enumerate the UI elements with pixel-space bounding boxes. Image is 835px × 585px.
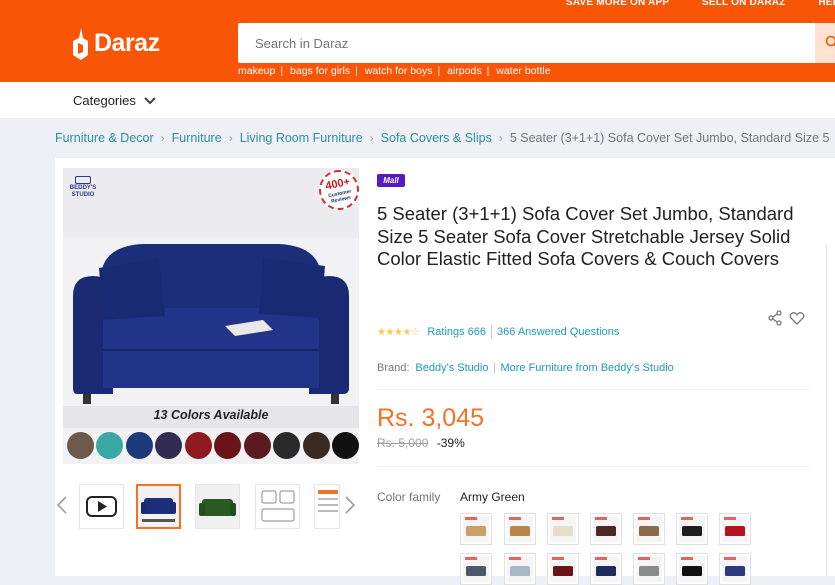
help-link[interactable]: HELP bbox=[818, 0, 835, 8]
product-title: 5 Seater (3+1+1) Sofa Cover Set Jumbo, S… bbox=[377, 203, 807, 271]
thumbnail-image[interactable] bbox=[136, 484, 181, 529]
original-price: Rs. 5,000 bbox=[377, 436, 428, 450]
search-button[interactable] bbox=[815, 23, 835, 63]
color-swatch[interactable] bbox=[547, 553, 579, 585]
breadcrumb-link[interactable]: Furniture & Decor bbox=[55, 131, 154, 145]
chevron-right-icon[interactable] bbox=[345, 496, 355, 520]
divider bbox=[826, 244, 827, 576]
color-dot bbox=[303, 432, 330, 459]
play-video-icon bbox=[80, 485, 123, 528]
colors-available-caption: 13 Colors Available bbox=[63, 408, 359, 422]
color-dot bbox=[155, 432, 182, 459]
main-product-image[interactable]: BEDDY'S STUDIO 400+ Customer Reviews 13 … bbox=[63, 168, 359, 464]
chevron-down-icon bbox=[144, 97, 156, 105]
thumbnail-image[interactable] bbox=[255, 484, 300, 529]
breadcrumb-current: 5 Seater (3+1+1) Sofa Cover Set Jumbo, S… bbox=[510, 131, 830, 145]
thumbnail-video[interactable] bbox=[79, 484, 124, 529]
categories-menu[interactable]: Categories bbox=[73, 93, 156, 108]
star-rating: ★★★★☆ bbox=[377, 327, 419, 338]
color-swatch[interactable] bbox=[590, 553, 622, 585]
search-bar bbox=[238, 23, 835, 63]
color-swatch[interactable] bbox=[633, 553, 665, 585]
mall-badge: Mall bbox=[377, 174, 405, 187]
search-suggestions: makeup| bags for girls| watch for boys| … bbox=[238, 65, 554, 77]
color-dot bbox=[244, 432, 271, 459]
suggestion-link[interactable]: makeup bbox=[238, 65, 278, 77]
nav-bar: Categories bbox=[0, 82, 835, 118]
top-links: SAVE MORE ON APP SELL ON DARAZ HELP bbox=[566, 0, 835, 8]
brand-link[interactable]: Beddy's Studio bbox=[415, 362, 488, 374]
brand-logo: BEDDY'S STUDIO bbox=[67, 176, 99, 199]
more-from-brand-link[interactable]: More Furniture from Beddy's Studio bbox=[500, 362, 673, 374]
color-dot bbox=[273, 432, 300, 459]
suggestion-link[interactable]: airpods bbox=[447, 65, 484, 77]
color-swatch[interactable] bbox=[719, 553, 751, 585]
color-dot bbox=[332, 432, 359, 459]
color-swatch[interactable] bbox=[460, 553, 492, 585]
thumbnail-image[interactable] bbox=[195, 484, 240, 529]
top-header: SAVE MORE ON APP SELL ON DARAZ HELP Dara… bbox=[0, 0, 835, 82]
suggestion-link[interactable]: bags for girls bbox=[290, 65, 353, 77]
color-swatch[interactable] bbox=[460, 513, 492, 545]
heart-icon[interactable] bbox=[789, 310, 805, 326]
rating-summary: ★★★★☆ Ratings 666 366 Answered Questions bbox=[377, 326, 619, 338]
color-dot bbox=[96, 432, 123, 459]
color-swatch[interactable] bbox=[676, 513, 708, 545]
search-input[interactable] bbox=[238, 23, 798, 63]
color-family-value: Army Green bbox=[460, 490, 525, 504]
divider bbox=[377, 389, 809, 390]
logo-text: Daraz bbox=[94, 29, 160, 58]
thumbnail-strip bbox=[55, 474, 365, 536]
suggestion-link[interactable]: watch for boys bbox=[365, 65, 436, 77]
share-icon[interactable] bbox=[767, 310, 783, 326]
sell-on-daraz-link[interactable]: SELL ON DARAZ bbox=[702, 0, 786, 8]
save-more-on-app-link[interactable]: SAVE MORE ON APP bbox=[566, 0, 669, 8]
brand-label: Brand: bbox=[377, 362, 409, 374]
price-original-row: Rs. 5,000 -39% bbox=[377, 436, 465, 450]
color-dot bbox=[67, 432, 94, 459]
breadcrumb: Furniture & Decor› Furniture› Living Roo… bbox=[55, 131, 829, 145]
thumbnail-image[interactable] bbox=[314, 484, 340, 529]
current-price: Rs. 3,045 bbox=[377, 404, 484, 433]
share-like-actions bbox=[767, 310, 805, 326]
color-dots-row bbox=[67, 432, 359, 459]
suggestion-link[interactable]: water bottle bbox=[496, 65, 553, 77]
brand-row: Brand: Beddy's Studio More Furniture fro… bbox=[377, 362, 674, 374]
search-icon bbox=[825, 35, 835, 49]
daraz-logo[interactable]: Daraz bbox=[70, 28, 160, 58]
discount-percent: -39% bbox=[437, 436, 465, 450]
breadcrumb-link[interactable]: Furniture bbox=[172, 131, 222, 145]
chevron-left-icon[interactable] bbox=[57, 496, 67, 520]
questions-link[interactable]: 366 Answered Questions bbox=[497, 326, 619, 338]
breadcrumb-link[interactable]: Living Room Furniture bbox=[240, 131, 363, 145]
daraz-logo-icon bbox=[70, 28, 90, 58]
color-swatch[interactable] bbox=[547, 513, 579, 545]
color-dot bbox=[126, 432, 153, 459]
color-swatch[interactable] bbox=[504, 553, 536, 585]
breadcrumb-link[interactable]: Sofa Covers & Slips bbox=[381, 131, 492, 145]
color-dot bbox=[185, 432, 212, 459]
ratings-link[interactable]: Ratings 666 bbox=[427, 326, 486, 338]
color-swatch[interactable] bbox=[719, 513, 751, 545]
color-family-label: Color family bbox=[377, 490, 440, 504]
categories-label: Categories bbox=[73, 93, 136, 108]
color-swatch[interactable] bbox=[504, 513, 536, 545]
color-swatch[interactable] bbox=[633, 513, 665, 545]
color-dot bbox=[214, 432, 241, 459]
color-swatch[interactable] bbox=[676, 553, 708, 585]
color-swatch[interactable] bbox=[590, 513, 622, 545]
divider bbox=[377, 466, 809, 467]
